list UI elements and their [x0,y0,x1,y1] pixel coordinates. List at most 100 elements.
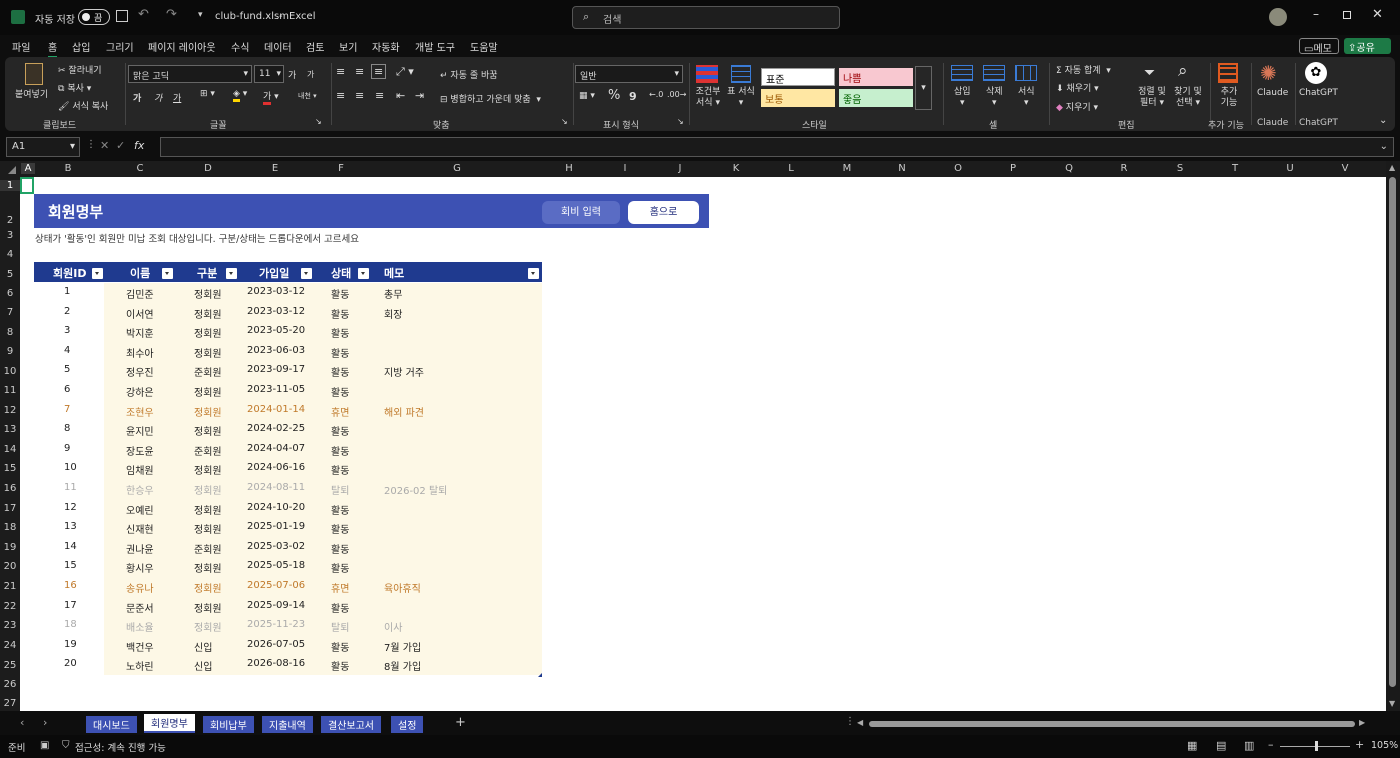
cell-name[interactable]: 오예린 [126,502,154,517]
cell-type[interactable]: 신입 [194,639,212,654]
cell-name[interactable]: 노하린 [126,658,154,673]
shrink-font-button[interactable]: 가 [307,69,314,80]
cell-type[interactable]: 정회원 [194,600,222,615]
wrap-text-button[interactable]: ↵ 자동 줄 바꿈 [440,68,498,81]
cell-type[interactable]: 신입 [194,658,212,673]
tab-members[interactable]: 회원명부 [144,714,195,733]
cell-name[interactable]: 문준서 [126,600,154,615]
menu-review[interactable]: 검토 [306,39,324,54]
autosum-button[interactable]: Σ 자동 합계 ▾ [1056,63,1111,76]
table-row[interactable]: 15 황시우 정회원 2025-05-18 활동 [34,557,542,577]
border-button[interactable]: ⊞ ▾ [200,89,215,99]
column-header[interactable]: T [1229,163,1241,174]
cell-date[interactable]: 2024-08-11 [247,482,305,493]
conditional-format-icon[interactable] [696,65,718,83]
cell-type[interactable]: 정회원 [194,580,222,595]
menu-draw[interactable]: 그리기 [106,39,134,54]
cell-type[interactable]: 준회원 [194,541,222,556]
cell-type[interactable]: 정회원 [194,560,222,575]
underline-button[interactable]: 가 [173,91,181,104]
row-header[interactable]: 26 [0,679,20,690]
column-header[interactable]: L [785,163,797,174]
cell-name[interactable]: 조현우 [126,404,154,419]
cell-id[interactable]: 4 [64,345,70,356]
row-header[interactable]: 9 [0,346,20,357]
table-row[interactable]: 4 최수아 정회원 2023-06-03 활동 [34,341,542,362]
table-row[interactable]: 7 조현우 정회원 2024-01-14 휴면 해외 파견 [34,400,542,421]
cell-name[interactable]: 윤지민 [126,423,154,438]
row-header[interactable]: 16 [0,483,20,494]
menu-home[interactable]: 홈 [48,39,58,58]
scroll-left-icon[interactable]: ◀ [857,718,863,727]
table-row[interactable]: 20 노하린 신입 2026-08-16 활동 8월 가입 [34,655,542,675]
cell-date[interactable]: 2024-02-25 [247,423,305,434]
cell-date[interactable]: 2024-06-16 [247,462,305,473]
style-good[interactable]: 좋음 [839,89,913,107]
column-header[interactable]: H [563,163,575,174]
row-header[interactable]: 25 [0,660,20,671]
menu-page-layout[interactable]: 페이지 레이아웃 [148,39,216,54]
increase-decimal-icon[interactable]: ←.0 [649,90,663,99]
style-normal[interactable]: 표준 [761,68,835,86]
cell-id[interactable]: 3 [64,325,70,336]
cell-status[interactable]: 활동 [331,286,349,301]
style-gallery-more-button[interactable]: ▾ [915,66,932,110]
font-name-select[interactable]: 맑은 고딕 ▾ [128,65,252,83]
cell-name[interactable]: 이서연 [126,306,154,321]
claude-button[interactable]: Claude [1257,88,1288,98]
normal-view-icon[interactable]: ▦ [1187,739,1197,752]
filter-dropdown-icon[interactable] [92,268,103,279]
column-header[interactable]: F [335,163,347,174]
row-header[interactable]: 12 [0,405,20,416]
cut-button[interactable]: ✂ 잘라내기 [58,63,102,76]
addins-icon[interactable] [1218,63,1238,83]
cell-status[interactable]: 휴면 [331,404,349,419]
row-header[interactable]: 18 [0,522,20,533]
cell-date[interactable]: 2025-09-14 [247,600,305,611]
align-center-icon[interactable]: ≡ [355,89,364,102]
menu-file[interactable]: 파일 [12,39,30,54]
memo-button[interactable]: ▭메모 [1299,38,1339,55]
addins-button[interactable]: 추가 기능 [1218,87,1240,109]
cell-date[interactable]: 2025-03-02 [247,541,305,552]
cell-id[interactable]: 12 [64,502,77,513]
cell-memo[interactable]: 지방 거주 [384,364,424,379]
accessibility-status[interactable]: 접근성: 계속 진행 가능 [75,740,166,754]
column-header[interactable]: B [62,163,74,174]
cell-type[interactable]: 준회원 [194,364,222,379]
align-right-icon[interactable]: ≡ [375,89,384,102]
cell-name[interactable]: 백건우 [126,639,154,654]
cell-id[interactable]: 7 [64,404,70,415]
row-header[interactable]: 6 [0,288,20,299]
row-header[interactable]: 22 [0,601,20,612]
cell-memo[interactable]: 8월 가입 [384,658,421,673]
redo-icon[interactable]: ↷ [166,7,177,22]
chatgpt-button[interactable]: ChatGPT [1299,88,1338,98]
cell-memo[interactable]: 회장 [384,306,402,321]
cell-date[interactable]: 2025-11-23 [247,619,305,630]
cell-type[interactable]: 정회원 [194,345,222,360]
cell-id[interactable]: 6 [64,384,70,395]
cell-memo[interactable]: 해외 파견 [384,404,424,419]
table-row[interactable]: 10 임채원 정회원 2024-06-16 활동 [34,459,542,479]
cell-name[interactable]: 권나윤 [126,541,154,556]
cell-memo[interactable]: 이사 [384,619,402,634]
menu-automate[interactable]: 자동화 [372,39,400,54]
scroll-down-icon[interactable]: ▼ [1389,699,1395,708]
increase-indent-icon[interactable]: ⇥ [415,89,424,102]
decrease-decimal-icon[interactable]: .00→ [667,90,686,99]
cell-id[interactable]: 1 [64,286,70,297]
undo-icon[interactable]: ↶ [138,7,149,22]
column-header[interactable]: R [1118,163,1130,174]
search-box[interactable]: ⌕ 검색 [572,6,840,29]
menu-developer[interactable]: 개발 도구 [415,39,455,54]
format-painter-button[interactable]: 🖌 서식 복사 [58,99,108,112]
cell-name[interactable]: 한승우 [126,482,154,497]
column-header[interactable]: G [451,163,463,174]
cell-date[interactable]: 2025-01-19 [247,521,305,532]
zoom-slider[interactable] [1280,741,1350,751]
add-sheet-icon[interactable]: + [455,715,466,730]
prev-sheet-icon[interactable]: ‹ [20,716,24,729]
cell-status[interactable]: 활동 [331,600,349,615]
cell-id[interactable]: 9 [64,443,70,454]
